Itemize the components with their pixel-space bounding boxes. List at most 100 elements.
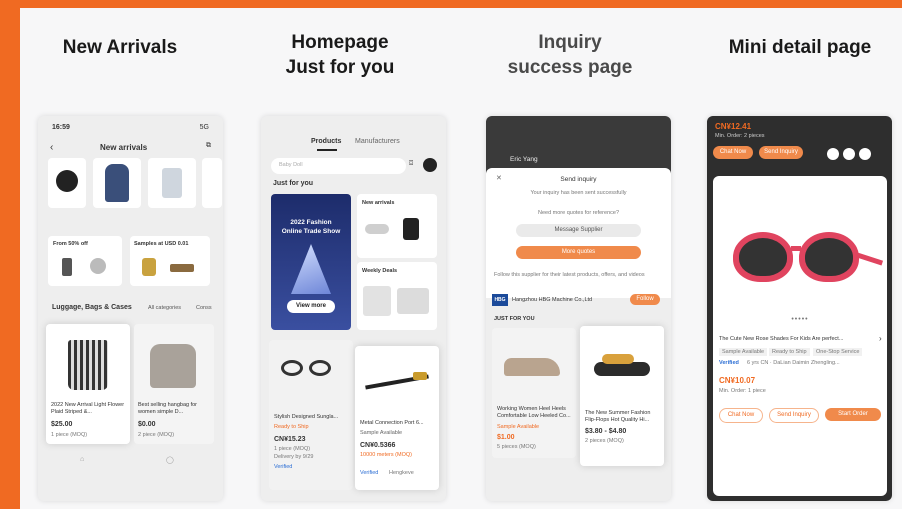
product-moq: 1 piece (MOQ) <box>274 446 311 452</box>
detail-sheet: ••••• The Cute New Rose Shades For Kids … <box>713 176 887 496</box>
arrival-item[interactable] <box>148 158 196 208</box>
category-tab[interactable]: All categories <box>148 305 181 311</box>
status-signal: 5G <box>199 124 209 131</box>
product-moq: 10000 meters (MOQ) <box>360 452 412 458</box>
category-tab[interactable]: Conss <box>196 305 212 311</box>
more-quotes-button[interactable]: More quotes <box>516 246 641 259</box>
column-title-text: New Arrivals <box>62 37 178 58</box>
share-icon[interactable]: ⧉ <box>206 142 211 150</box>
product-tag: Sample Available <box>497 424 540 430</box>
search-placeholder: Baby Doll <box>279 162 303 168</box>
product-moq: 2 piece (MOQ) <box>138 432 175 438</box>
sunglasses-lens <box>805 238 853 276</box>
product-card[interactable]: Best selling hangbag for women simple D.… <box>134 324 214 444</box>
supplier-logo: HBG <box>492 294 508 306</box>
product-title: Working Women Heel Heels Comfortable Low… <box>497 406 571 419</box>
start-order-button[interactable]: Start Order <box>825 408 881 421</box>
banner-graphic <box>291 244 331 294</box>
product-title: 2022 New Arrival Light Flower Plaid Stri… <box>51 402 125 415</box>
product-card[interactable]: 2022 New Arrival Light Flower Plaid Stri… <box>46 324 130 444</box>
supplier-name[interactable]: Hangzhou HBG Machine Co.,Ltd <box>512 297 592 303</box>
product-price: $0.00 <box>138 421 156 428</box>
card-title: New arrivals <box>362 200 395 206</box>
product-price: $25.00 <box>51 421 73 428</box>
arrival-item[interactable] <box>48 158 86 208</box>
chip: Ready to Ship <box>769 348 810 356</box>
handbag-image <box>150 344 196 388</box>
share-icon[interactable] <box>843 148 855 160</box>
tab-products[interactable]: Products <box>311 138 341 145</box>
connector-image <box>413 372 427 380</box>
chat-now-button[interactable]: Chat Now <box>719 408 763 423</box>
tab-manufacturers[interactable]: Manufacturers <box>355 138 400 145</box>
promo-samples[interactable]: Samples at USD 0.01 <box>130 236 210 286</box>
top-price: CN¥12.41 <box>715 122 752 131</box>
column-title-line1: Inquiry <box>538 32 602 53</box>
carousel-dots[interactable]: ••••• <box>713 316 887 323</box>
product-title: Metal Connection Port 6... <box>360 420 424 426</box>
chevron-right-icon[interactable]: › <box>879 334 882 343</box>
chat-now-button[interactable]: Chat Now <box>713 146 753 159</box>
view-more-button[interactable]: View more <box>287 300 335 313</box>
product-icon <box>90 258 106 274</box>
back-icon[interactable]: ‹ <box>50 142 53 153</box>
product-card[interactable]: Metal Connection Port 6... Sample Availa… <box>355 346 439 490</box>
product-moq: 1 piece (MOQ) <box>51 432 88 438</box>
flower-icon <box>142 258 156 276</box>
product-price: CN¥10.07 <box>719 376 756 385</box>
product-tag: Ready to Ship <box>274 424 309 430</box>
arrival-item[interactable] <box>202 158 222 208</box>
chip: One-Stop Service <box>813 348 863 356</box>
trade-show-banner[interactable]: 2022 Fashion Online Trade Show View more <box>271 194 351 330</box>
product-card[interactable]: Working Women Heel Heels Comfortable Low… <box>492 328 576 458</box>
column-title-mini-detail: Mini detail page <box>710 35 890 60</box>
column-title-inquiry: Inquiry success page <box>490 30 650 80</box>
verified-badge: Verified <box>274 464 293 470</box>
send-inquiry-button[interactable]: Send Inquiry <box>769 408 819 423</box>
phone-homepage: Products Manufacturers Baby Doll ⌼ Just … <box>261 116 446 501</box>
category-tab-active[interactable]: Luggage, Bags & Cases <box>52 304 132 311</box>
product-price: CN¥15.23 <box>274 436 306 443</box>
product-tag: Sample Available <box>360 430 403 436</box>
promo-label: From 50% off <box>53 241 88 247</box>
search-input[interactable]: Baby Doll <box>271 158 406 174</box>
product-title: Stylish Designed Sungla... <box>274 414 339 420</box>
product-delivery: Delivery by 9/29 <box>274 454 314 460</box>
product-price: CN¥0.5366 <box>360 442 396 449</box>
phone-mini-detail: CN¥12.41 Min. Order: 2 pieces Chat Now S… <box>707 116 892 501</box>
column-title-line2: success page <box>507 57 633 78</box>
promo-label: Samples at USD 0.01 <box>134 241 189 247</box>
hoodie-icon <box>105 164 129 202</box>
new-arrivals-card[interactable]: New arrivals <box>357 194 437 258</box>
chat-header: Eric Yang <box>486 116 671 174</box>
product-title: The Cute New Rose Shades For Kids Are pe… <box>719 336 844 342</box>
phone-inquiry: Eric Yang ✕ Send inquiry Your inquiry ha… <box>486 116 671 501</box>
more-icon[interactable] <box>859 148 871 160</box>
favorite-icon[interactable] <box>827 148 839 160</box>
profile-icon[interactable]: ◯ <box>166 456 174 464</box>
product-card[interactable]: Stylish Designed Sungla... Ready to Ship… <box>269 340 353 490</box>
weekly-deals-card[interactable]: Weekly Deals <box>357 262 437 330</box>
send-inquiry-button[interactable]: Send Inquiry <box>759 146 803 159</box>
supplier-info[interactable]: 6 yrs CN · DaLian Daimin Zhengling... <box>747 360 840 366</box>
sandal-image <box>594 362 650 376</box>
product-card[interactable]: The New Summer Fashion Flip-Flops Hot Qu… <box>580 326 664 466</box>
follow-text: Follow this supplier for their latest pr… <box>494 272 645 278</box>
search-icon[interactable] <box>423 158 437 172</box>
page-header: New arrivals <box>100 143 148 152</box>
arrival-item[interactable] <box>93 158 141 208</box>
top-moq: Min. Order: 2 pieces <box>715 133 765 139</box>
camera-icon[interactable]: ⌼ <box>409 160 413 168</box>
follow-button[interactable]: Follow <box>630 294 660 305</box>
sheet-title: Send inquiry <box>560 176 597 183</box>
message-supplier-button[interactable]: Message Supplier <box>516 224 641 237</box>
column-title-line2: Just for you <box>285 57 395 78</box>
promo-discount[interactable]: From 50% off <box>48 236 122 286</box>
home-icon[interactable]: ⌂ <box>80 456 84 463</box>
phone-new-arrivals: 16:59 5G ‹ New arrivals ⧉ From 50% off S… <box>38 116 223 501</box>
tote-bag-image <box>68 340 108 390</box>
column-title-homepage: Homepage Just for you <box>265 30 415 80</box>
tab-indicator <box>317 149 337 151</box>
supplier-name: Hengkeve <box>389 470 414 476</box>
product-icon <box>170 264 194 272</box>
